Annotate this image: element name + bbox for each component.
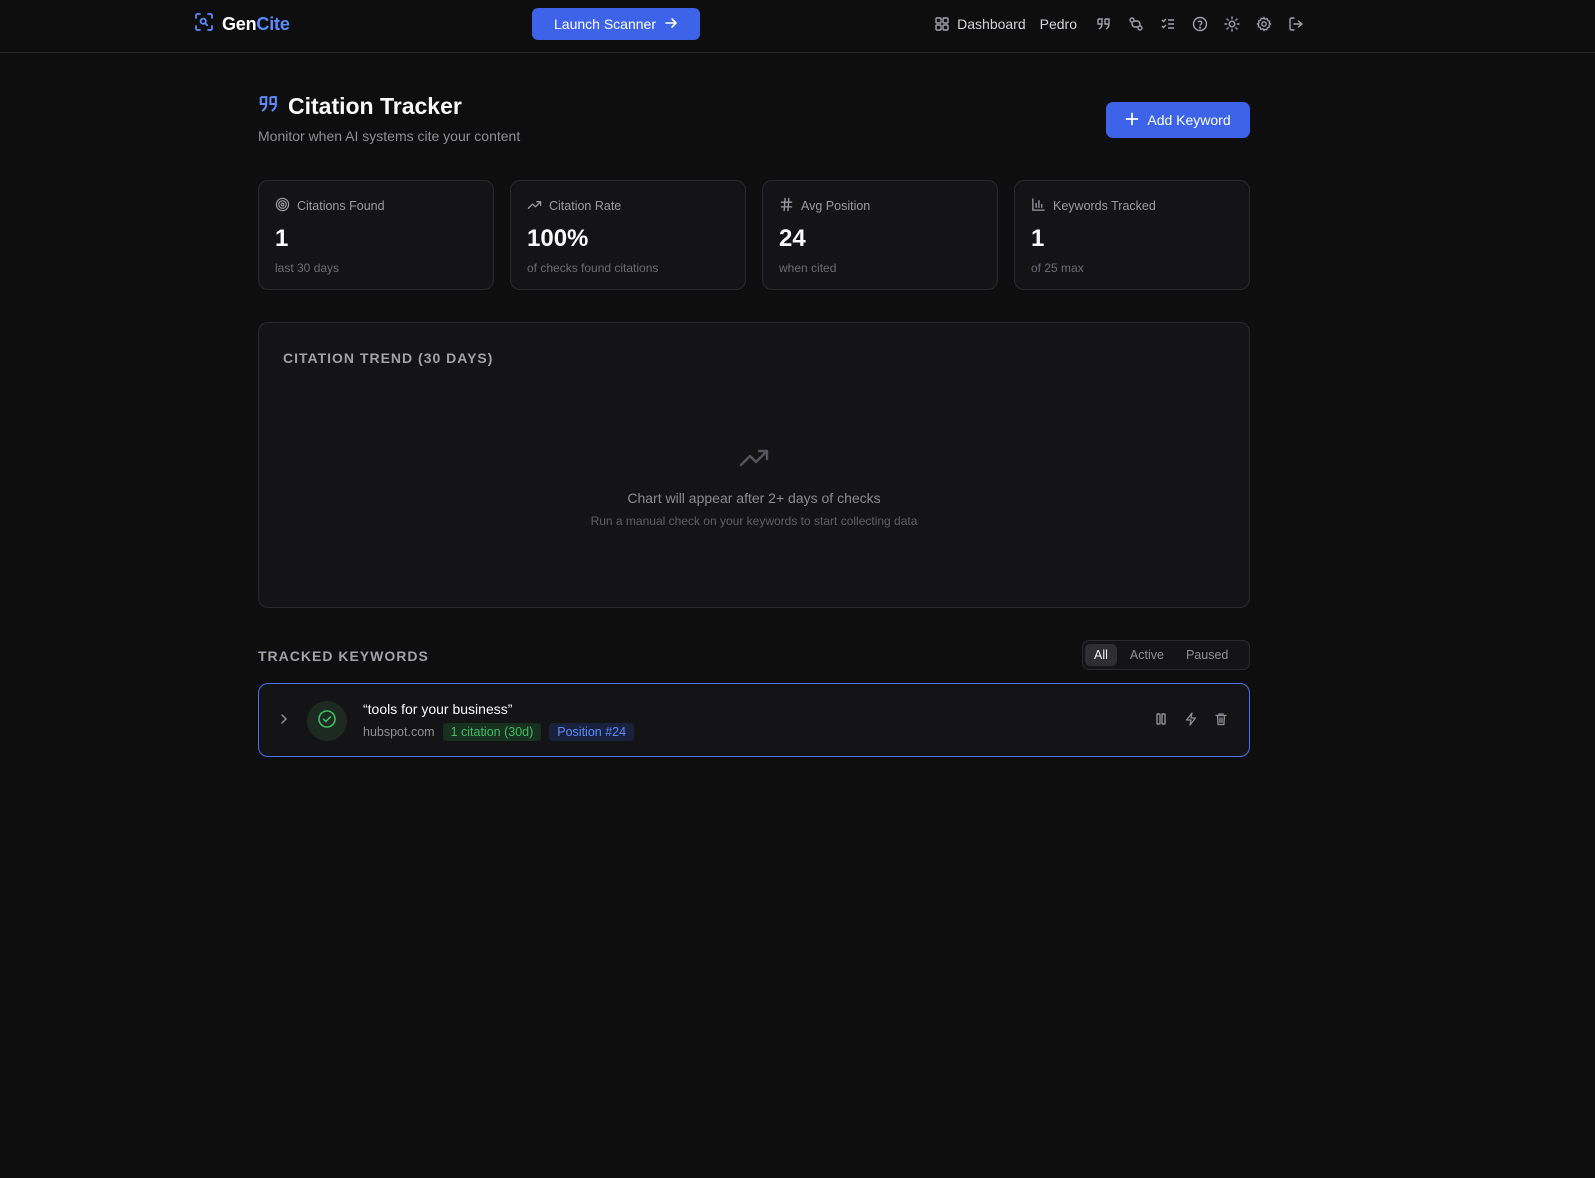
- chevron-right-icon[interactable]: [277, 712, 291, 731]
- launch-scanner-label: Launch Scanner: [554, 16, 656, 32]
- stat-value: 1: [275, 225, 289, 252]
- stat-card-citations-found: Citations Found 1 last 30 days: [258, 180, 494, 290]
- logo-cite: Cite: [256, 13, 290, 34]
- user-menu[interactable]: Pedro: [1040, 16, 1077, 32]
- zap-icon[interactable]: [1183, 711, 1199, 727]
- empty-subtitle: Run a manual check on your keywords to s…: [590, 514, 918, 528]
- page-subtitle: Monitor when AI systems cite your conten…: [258, 128, 521, 144]
- stat-label: Keywords Tracked: [1053, 199, 1156, 213]
- scan-search-icon: [194, 12, 214, 37]
- section-title: TRACKED KEYWORDS: [258, 648, 429, 664]
- chart-empty-state: Chart will appear after 2+ days of check…: [259, 441, 1249, 528]
- check-circle-icon: [317, 709, 337, 734]
- stats-row: Citations Found 1 last 30 days Citation …: [258, 180, 1250, 290]
- citation-trend-card: CITATION TREND (30 DAYS) Chart will appe…: [258, 322, 1250, 608]
- stat-card-citation-rate: Citation Rate 100% of checks found citat…: [510, 180, 746, 290]
- logo-text: GenCite: [222, 14, 290, 35]
- hash-icon: [779, 197, 794, 215]
- stat-sub: of checks found citations: [527, 261, 659, 275]
- stat-label: Citation Rate: [549, 199, 622, 213]
- chart-title: CITATION TREND (30 DAYS): [283, 350, 494, 366]
- keyword-text: “tools for your business”: [363, 701, 513, 717]
- filter-active[interactable]: Active: [1121, 644, 1173, 666]
- logo-gen: Gen: [222, 13, 257, 34]
- stat-sub: last 30 days: [275, 261, 340, 275]
- tracked-keywords-header: TRACKED KEYWORDS All Active Paused: [258, 640, 1250, 670]
- stat-sub: of 25 max: [1031, 261, 1084, 275]
- quote-icon[interactable]: [1095, 15, 1113, 33]
- trash-icon[interactable]: [1213, 711, 1229, 727]
- trending-up-icon: [527, 197, 542, 215]
- stat-value: 24: [779, 225, 806, 252]
- nav-dashboard-link[interactable]: Dashboard: [933, 15, 1026, 33]
- add-keyword-label: Add Keyword: [1147, 112, 1231, 128]
- plus-icon: [1125, 112, 1139, 129]
- keyword-domain: hubspot.com: [363, 725, 435, 739]
- list-checks-icon[interactable]: [1159, 15, 1177, 33]
- stat-value: 1: [1031, 225, 1045, 252]
- sun-icon[interactable]: [1223, 15, 1241, 33]
- stat-label: Avg Position: [801, 199, 871, 213]
- citations-badge: 1 citation (30d): [442, 723, 542, 741]
- keyword-row[interactable]: “tools for your business” hubspot.com 1 …: [258, 683, 1250, 757]
- empty-title: Chart will appear after 2+ days of check…: [627, 490, 881, 506]
- filter-all[interactable]: All: [1085, 644, 1117, 666]
- quote-icon: [258, 93, 280, 120]
- page-title: Citation Tracker: [288, 93, 462, 119]
- filter-paused[interactable]: Paused: [1177, 644, 1237, 666]
- bar-chart-icon: [1031, 197, 1046, 215]
- nav-dashboard-label: Dashboard: [957, 16, 1026, 32]
- add-keyword-button[interactable]: Add Keyword: [1106, 102, 1250, 138]
- launch-scanner-button[interactable]: Launch Scanner: [532, 8, 700, 40]
- gear-icon[interactable]: [1255, 15, 1273, 33]
- top-navbar: GenCite Launch Scanner Dashboard Pedro: [0, 0, 1595, 53]
- git-compare-icon[interactable]: [1127, 15, 1145, 33]
- position-badge: Position #24: [549, 723, 635, 741]
- trending-up-icon: [738, 441, 770, 478]
- user-name: Pedro: [1039, 16, 1077, 32]
- layout-grid-icon: [933, 15, 951, 33]
- stat-card-avg-position: Avg Position 24 when cited: [762, 180, 998, 290]
- stat-sub: when cited: [779, 261, 837, 275]
- status-indicator: [307, 701, 347, 741]
- stat-label: Citations Found: [297, 199, 385, 213]
- help-circle-icon[interactable]: [1191, 15, 1209, 33]
- page-header: Citation Tracker Monitor when AI systems…: [258, 93, 1250, 153]
- status-filter: All Active Paused: [1082, 640, 1250, 670]
- target-icon: [275, 197, 290, 215]
- stat-value: 100%: [527, 225, 589, 252]
- arrow-right-icon: [664, 16, 678, 33]
- stat-card-keywords-tracked: Keywords Tracked 1 of 25 max: [1014, 180, 1250, 290]
- nav-right: Dashboard Pedro: [933, 12, 1305, 36]
- log-out-icon[interactable]: [1287, 15, 1305, 33]
- logo[interactable]: GenCite: [194, 12, 290, 36]
- pause-icon[interactable]: [1153, 711, 1169, 727]
